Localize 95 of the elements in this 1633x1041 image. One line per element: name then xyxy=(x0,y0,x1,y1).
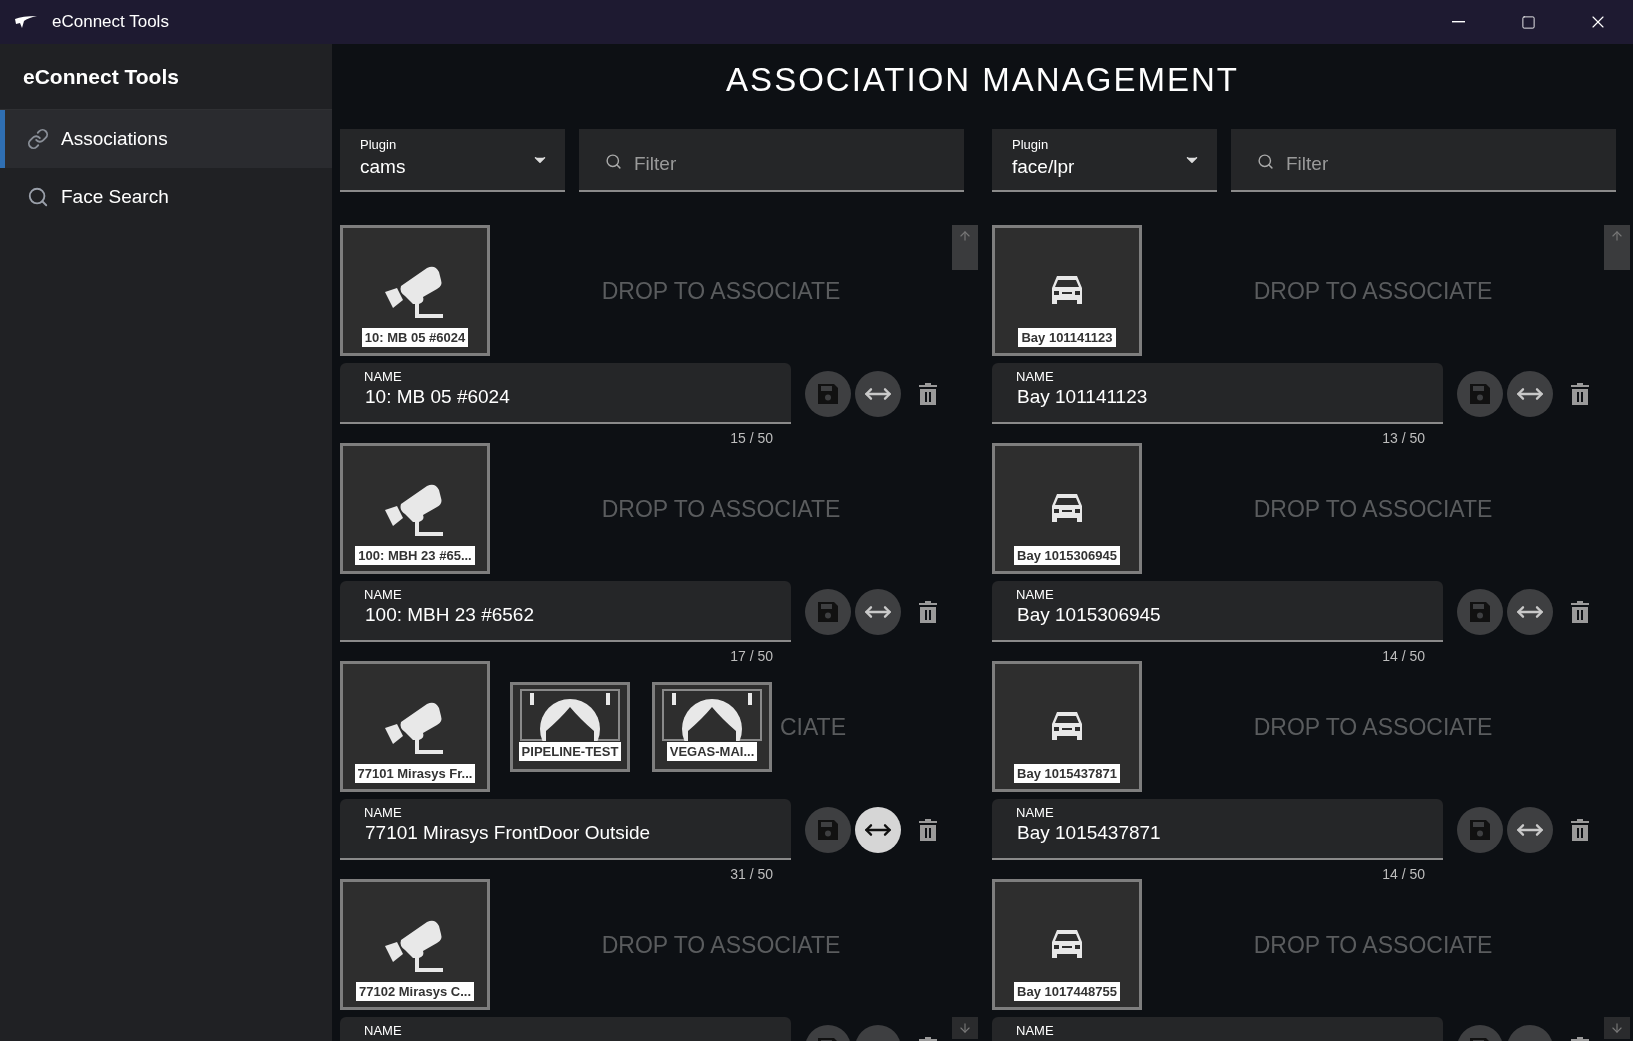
scroll-down-icon xyxy=(1610,1021,1624,1035)
save-icon xyxy=(817,382,839,405)
character-counter: 15 / 50 xyxy=(729,430,774,446)
field-label: NAME xyxy=(364,805,403,820)
car-icon xyxy=(1049,492,1085,524)
filter-field[interactable]: Filter xyxy=(1231,129,1616,192)
app-logo-icon xyxy=(14,15,38,29)
name-field[interactable]: NAME 10: MB 05 #6024 xyxy=(340,363,791,424)
drop-zone-label: DROP TO ASSOCIATE xyxy=(1252,713,1494,740)
maximize-icon xyxy=(1520,14,1536,30)
drop-zone-label: DROP TO ASSOCIATE xyxy=(600,277,842,304)
swap-button[interactable] xyxy=(1507,806,1553,853)
field-label: NAME xyxy=(1016,805,1055,820)
name-field[interactable]: NAME Bay 1015306945 xyxy=(992,581,1443,642)
drop-zone-label: DROP TO ASSOCIATE xyxy=(1252,931,1494,958)
character-counter: 13 / 50 xyxy=(1381,430,1426,446)
scroll-down-button[interactable] xyxy=(952,1017,978,1039)
field-label: NAME xyxy=(1016,1023,1055,1038)
swap-button[interactable] xyxy=(1507,370,1553,417)
delete-icon xyxy=(1571,382,1589,405)
filter-input[interactable]: Filter xyxy=(632,143,964,176)
drop-zone-label: DROP TO ASSOCIATE xyxy=(600,495,842,522)
name-field[interactable]: NAME 100: MBH 23 #6562 xyxy=(340,581,791,642)
swap-button[interactable] xyxy=(855,806,901,853)
delete-icon xyxy=(919,382,937,405)
nav-label: Associations xyxy=(61,128,168,150)
field-label: NAME xyxy=(1016,369,1055,384)
name-field[interactable]: NAME xyxy=(992,1017,1443,1041)
name-input[interactable]: 10: MB 05 #6024 xyxy=(364,384,764,408)
device-tile[interactable]: Bay 1015437871 xyxy=(992,661,1142,792)
scrollbar-thumb[interactable] xyxy=(1604,225,1630,270)
device-tile[interactable]: 77101 Mirasys Fr... xyxy=(340,661,490,792)
name-field[interactable]: NAME Bay 101141123 xyxy=(992,363,1443,424)
field-label: NAME xyxy=(364,587,403,602)
filter-field[interactable]: Filter xyxy=(579,129,964,192)
device-tile[interactable]: 10: MB 05 #6024 xyxy=(340,225,490,356)
link-icon xyxy=(27,128,49,150)
swap-button[interactable] xyxy=(855,370,901,417)
name-input[interactable]: 100: MBH 23 #6562 xyxy=(364,602,764,626)
scroll-up-icon xyxy=(958,229,972,243)
delete-icon xyxy=(1571,600,1589,623)
window-title: eConnect Tools xyxy=(52,12,170,32)
plugin-dropdown[interactable]: Plugin cams xyxy=(340,129,565,192)
scrollbar-thumb[interactable] xyxy=(952,225,978,270)
name-field[interactable]: NAME 77101 Mirasys FrontDoor Outside xyxy=(340,799,791,860)
field-label: NAME xyxy=(364,1023,403,1038)
search-icon xyxy=(1257,153,1274,170)
name-input[interactable]: Bay 1015437871 xyxy=(1016,820,1416,844)
drop-zone-label: DROP TO ASSOCIATE xyxy=(600,931,842,958)
delete-icon xyxy=(1571,818,1589,841)
nav-label: Face Search xyxy=(61,186,169,208)
nav-item[interactable]: Associations xyxy=(0,110,332,168)
field-label: NAME xyxy=(1016,587,1055,602)
device-tile[interactable]: 100: MBH 23 #65... xyxy=(340,443,490,574)
scroll-down-icon xyxy=(958,1021,972,1035)
device-tile[interactable]: 77102 Mirasys C... xyxy=(340,879,490,1010)
save-icon xyxy=(1469,600,1491,623)
device-tile[interactable]: Bay 1015306945 xyxy=(992,443,1142,574)
scroll-down-button[interactable] xyxy=(1604,1017,1630,1039)
associated-tile[interactable]: VEGAS-MAI... xyxy=(652,681,772,772)
car-icon xyxy=(1049,928,1085,960)
scroll-up-icon xyxy=(1610,229,1624,243)
plugin-dropdown[interactable]: Plugin face/lpr xyxy=(992,129,1217,192)
device-tile[interactable]: Bay 101141123 xyxy=(992,225,1142,356)
name-input[interactable]: Bay 101141123 xyxy=(1016,384,1416,408)
character-counter: 31 / 50 xyxy=(729,866,774,882)
nav-item[interactable]: Face Search xyxy=(0,168,332,226)
delete-icon xyxy=(919,818,937,841)
swap-button[interactable] xyxy=(1507,588,1553,635)
drop-zone-label: CIATE xyxy=(779,713,846,740)
save-icon xyxy=(817,600,839,623)
page-title: ASSOCIATION MANAGEMENT xyxy=(726,59,1239,100)
car-icon xyxy=(1049,710,1085,742)
search-icon xyxy=(605,153,622,170)
character-counter: 14 / 50 xyxy=(1381,648,1426,664)
associated-tile[interactable]: PIPELINE-TEST xyxy=(510,681,630,772)
swap-button[interactable] xyxy=(855,588,901,635)
device-tile[interactable]: Bay 1017448755 xyxy=(992,879,1142,1010)
character-counter: 17 / 50 xyxy=(729,648,774,664)
filter-input[interactable]: Filter xyxy=(1284,143,1616,176)
save-icon xyxy=(1469,818,1491,841)
character-counter: 14 / 50 xyxy=(1381,866,1426,882)
minimize-icon xyxy=(1451,21,1465,23)
save-icon xyxy=(817,818,839,841)
name-input[interactable]: Bay 1015306945 xyxy=(1016,602,1416,626)
drop-zone-label: DROP TO ASSOCIATE xyxy=(1252,495,1494,522)
save-icon xyxy=(1469,382,1491,405)
name-input[interactable]: 77101 Mirasys FrontDoor Outside xyxy=(364,820,764,844)
search-icon xyxy=(27,186,49,208)
field-label: NAME xyxy=(364,369,403,384)
delete-icon xyxy=(919,600,937,623)
name-field[interactable]: NAME Bay 1015437871 xyxy=(992,799,1443,860)
name-field[interactable]: NAME xyxy=(340,1017,791,1041)
drop-zone-label: DROP TO ASSOCIATE xyxy=(1252,277,1494,304)
car-icon xyxy=(1049,274,1085,306)
